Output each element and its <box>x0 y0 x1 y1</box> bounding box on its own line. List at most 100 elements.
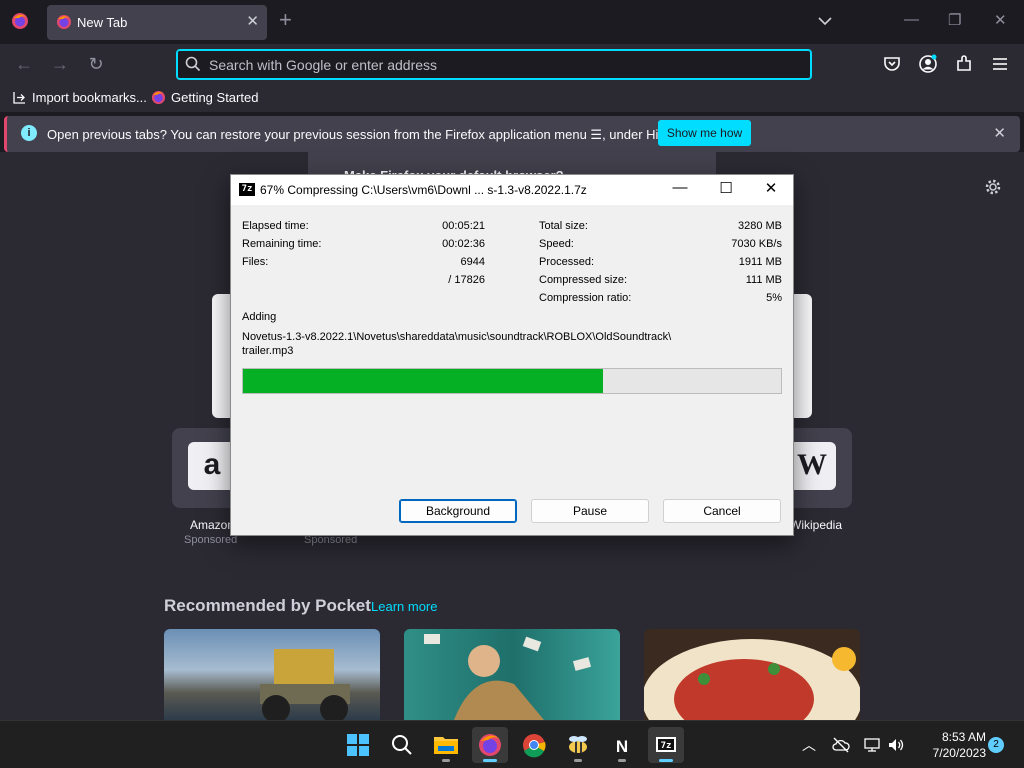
address-bar[interactable] <box>176 49 812 80</box>
bookmark-label: Import bookmarks... <box>32 90 147 105</box>
maximize-dialog-icon[interactable]: ☐ <box>714 179 738 197</box>
pocket-icon[interactable] <box>882 54 902 74</box>
taskbar-firefox[interactable] <box>472 727 508 763</box>
food-image <box>644 639 860 720</box>
pocket-story-card[interactable] <box>644 629 860 720</box>
compression-progress-dialog: 7z 67% Compressing C:\Users\vm6\Downl ..… <box>230 174 794 536</box>
elapsed-time-value: 00:05:21 <box>442 220 485 232</box>
system-clock[interactable]: 8:53 AM 7/20/2023 <box>912 729 986 761</box>
pause-button[interactable]: Pause <box>531 499 649 523</box>
firefox-icon <box>479 734 501 756</box>
bookmark-getting-started[interactable]: Getting Started <box>151 90 258 105</box>
minimize-dialog-icon[interactable]: — <box>668 179 692 196</box>
hamburger-menu-icon[interactable] <box>990 54 1010 74</box>
svg-text:N: N <box>616 737 628 756</box>
compressed-size-label: Compressed size: <box>539 274 628 286</box>
start-button[interactable] <box>340 727 376 763</box>
top-site-label: Amazon <box>190 518 235 532</box>
gear-icon[interactable] <box>984 178 1002 196</box>
bee-icon <box>569 736 587 753</box>
account-icon[interactable] <box>918 54 938 74</box>
top-site-label: Wikipedia <box>790 518 843 532</box>
active-indicator <box>659 759 673 762</box>
pocket-learn-more-link[interactable]: Learn more <box>371 599 437 614</box>
extensions-icon[interactable] <box>954 54 974 74</box>
show-me-how-button[interactable]: Show me how <box>658 120 751 146</box>
close-notification-icon[interactable]: ✕ <box>993 124 1006 142</box>
bookmarks-toolbar: Import bookmarks... Getting Started <box>0 86 1024 112</box>
url-input[interactable] <box>209 54 799 76</box>
session-restore-notification: i Open previous tabs? You can restore yo… <box>4 116 1020 152</box>
close-dialog-icon[interactable]: ✕ <box>759 179 783 197</box>
chevron-down-icon[interactable] <box>817 13 833 29</box>
firefox-menu-icon[interactable] <box>11 12 29 30</box>
7zip-icon: 7z <box>656 737 676 752</box>
running-indicator <box>442 759 450 762</box>
pocket-story-card[interactable] <box>164 629 380 720</box>
tab-title: New Tab <box>77 15 128 30</box>
navigation-toolbar: ← → ↻ <box>0 44 1024 86</box>
tab-new-tab[interactable]: New Tab ✕ <box>47 5 267 40</box>
remaining-time-label: Remaining time: <box>242 238 322 250</box>
windows-start-icon <box>347 734 369 756</box>
taskbar-file-explorer[interactable] <box>428 727 464 763</box>
truck-image <box>260 649 350 720</box>
forward-arrow-icon[interactable]: → <box>50 54 70 74</box>
current-file-name: trailer.mp3 <box>242 345 294 357</box>
taskbar-7zip[interactable]: 7z <box>648 727 684 763</box>
taskbar-chrome[interactable] <box>516 727 552 763</box>
pocket-story-card[interactable] <box>404 629 620 720</box>
minimize-window-icon[interactable]: — <box>904 11 919 28</box>
compressed-size-value: 111 MB <box>745 274 782 286</box>
clock-time: 8:53 AM <box>941 730 986 744</box>
files-value: 6944 <box>460 256 485 268</box>
background-button[interactable]: Background <box>399 499 517 523</box>
close-tab-icon[interactable]: ✕ <box>246 12 259 30</box>
chrome-icon <box>523 734 546 758</box>
n-app-icon: N <box>616 737 628 756</box>
show-hidden-icons-chevron-icon[interactable]: ︿ <box>799 735 819 755</box>
bookmark-import[interactable]: Import bookmarks... <box>12 90 147 105</box>
current-action-label: Adding <box>242 311 277 323</box>
compression-progress-bar <box>242 368 782 394</box>
firefox-tab-icon <box>57 15 71 29</box>
active-indicator <box>483 759 497 762</box>
dialog-titlebar[interactable]: 7z 67% Compressing C:\Users\vm6\Downl ..… <box>231 175 793 205</box>
back-arrow-icon[interactable]: ← <box>14 54 34 74</box>
network-icon[interactable] <box>862 735 882 755</box>
compression-ratio-value: 5% <box>766 292 782 304</box>
progress-bar-fill <box>243 369 603 393</box>
elapsed-time-label: Elapsed time: <box>242 220 309 232</box>
files-total-value: / 17826 <box>448 274 485 286</box>
windows-taskbar: N 7z ︿ 8:53 AM 7/20/2023 2 <box>0 720 1024 768</box>
amazon-logo: a <box>188 442 236 490</box>
current-file-path: Novetus-1.3-v8.2022.1\Novetus\shareddata… <box>242 331 672 343</box>
taskbar-search-button[interactable] <box>384 727 420 763</box>
search-icon <box>392 735 412 755</box>
bookmark-label: Getting Started <box>171 90 259 105</box>
speed-label: Speed: <box>539 238 574 250</box>
reload-icon[interactable]: ↻ <box>86 54 106 74</box>
restore-window-icon[interactable]: ❐ <box>948 11 961 29</box>
clock-date: 7/20/2023 <box>932 746 986 760</box>
volume-icon[interactable] <box>886 735 906 755</box>
total-size-label: Total size: <box>539 220 588 232</box>
total-size-value: 3280 MB <box>737 220 782 232</box>
close-window-icon[interactable]: ✕ <box>994 11 1007 29</box>
search-icon <box>185 56 201 72</box>
pocket-heading: Recommended by Pocket <box>164 596 371 615</box>
notification-badge[interactable]: 2 <box>988 737 1004 753</box>
info-icon: i <box>21 125 37 141</box>
dialog-title: 67% Compressing C:\Users\vm6\Downl ... s… <box>260 183 587 197</box>
firefox-bookmark-icon <box>151 90 166 105</box>
wikipedia-logo: W <box>788 442 836 490</box>
new-tab-button[interactable]: + <box>279 9 292 31</box>
compression-ratio-label: Compression ratio: <box>539 292 632 304</box>
cancel-button[interactable]: Cancel <box>663 499 781 523</box>
taskbar-n-app[interactable]: N <box>604 727 640 763</box>
running-indicator <box>574 759 582 762</box>
7zip-app-icon: 7z <box>239 183 255 196</box>
taskbar-bee-app[interactable] <box>560 727 596 763</box>
speed-value: 7030 KB/s <box>731 238 782 250</box>
cloud-offline-icon[interactable] <box>831 735 851 755</box>
